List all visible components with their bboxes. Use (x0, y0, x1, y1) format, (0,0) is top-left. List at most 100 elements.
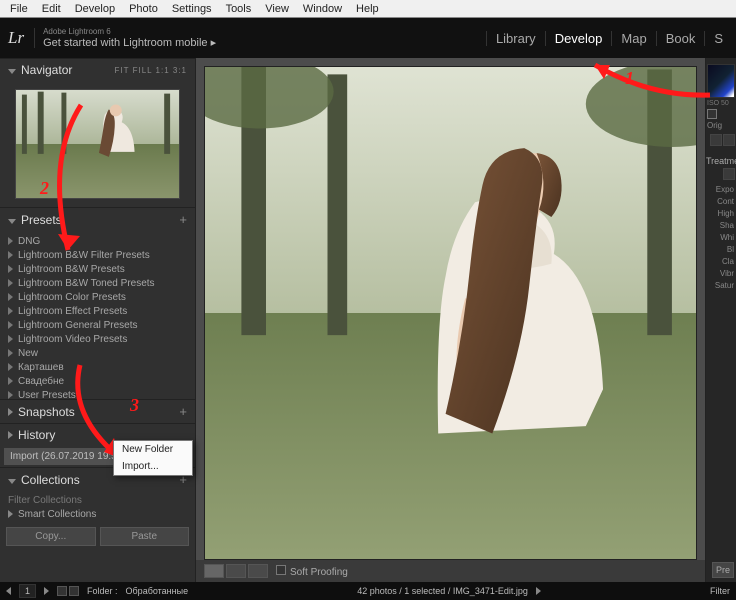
original-label: Orig (707, 121, 722, 130)
grid-icon (69, 586, 79, 596)
context-import[interactable]: Import... (114, 458, 192, 475)
folder-triangle-icon (8, 251, 13, 259)
iso-readout: ISO 50 (706, 100, 736, 107)
menu-tools[interactable]: Tools (220, 3, 258, 15)
grid-view-icons[interactable] (57, 586, 79, 596)
preset-label: Lightroom Video Presets (18, 334, 127, 345)
preset-item[interactable]: User Presets (6, 388, 195, 399)
folder-triangle-icon (8, 307, 13, 315)
view-mode-segment[interactable] (204, 564, 268, 578)
os-menubar: File Edit Develop Photo Settings Tools V… (0, 0, 736, 18)
left-panel: Navigator FIT FILL 1:1 3:1 (0, 58, 195, 582)
menu-view[interactable]: View (259, 3, 295, 15)
preset-item[interactable]: Lightroom B&W Filter Presets (6, 248, 195, 262)
folder-name[interactable]: Обработанные (126, 586, 189, 596)
preset-item[interactable]: Lightroom B&W Toned Presets (6, 276, 195, 290)
preset-item[interactable]: New (6, 346, 195, 360)
module-book[interactable]: Book (656, 31, 705, 46)
presets-context-menu: New Folder Import... (113, 440, 193, 476)
folder-triangle-icon (8, 293, 13, 301)
disclosure-triangle-icon (8, 69, 16, 74)
before-after-split-icon[interactable] (248, 564, 268, 578)
preset-item[interactable]: Lightroom Color Presets (6, 290, 195, 304)
preset-label: Lightroom Color Presets (18, 292, 126, 303)
right-panel: ISO 50 Orig Treatme Expo Cont High Sha W… (706, 58, 736, 582)
preset-item[interactable]: Lightroom Effect Presets (6, 304, 195, 318)
preset-label: Lightroom B&W Presets (18, 264, 125, 275)
soft-proofing-toggle[interactable]: Soft Proofing (276, 565, 348, 578)
folder-triangle-icon (8, 237, 13, 245)
menu-window[interactable]: Window (297, 3, 348, 15)
smart-collections-item[interactable]: Smart Collections (6, 507, 195, 521)
folder-triangle-icon (8, 363, 13, 371)
copy-button[interactable]: Copy... (6, 527, 96, 546)
grid-icon (57, 586, 67, 596)
checkbox-icon (276, 565, 286, 575)
mobile-link[interactable]: Get started with Lightroom mobile ▸ (43, 36, 216, 49)
histogram[interactable] (707, 64, 735, 98)
preset-label: User Presets (18, 390, 76, 400)
folder-triangle-icon (8, 265, 13, 273)
preset-label: DNG (18, 236, 40, 247)
module-map[interactable]: Map (611, 31, 655, 46)
loupe-view-icon[interactable] (204, 564, 224, 578)
context-new-folder[interactable]: New Folder (114, 441, 192, 458)
snapshots-title: Snapshots (18, 405, 75, 419)
preset-item[interactable]: Lightroom B&W Presets (6, 262, 195, 276)
crop-tool-icon[interactable] (710, 134, 722, 146)
preset-label: New (18, 348, 38, 359)
navigator-zoom-options[interactable]: FIT FILL 1:1 3:1 (115, 66, 187, 75)
module-more[interactable]: S (704, 31, 732, 46)
previous-button[interactable]: Pre (712, 562, 734, 578)
module-library[interactable]: Library (486, 31, 545, 46)
panel-snapshots: Snapshots + (0, 399, 195, 423)
app-header: Lr Adobe Lightroom 6 Get started with Li… (0, 18, 736, 58)
menu-edit[interactable]: Edit (36, 3, 67, 15)
folder-triangle-icon (8, 335, 13, 343)
filter-label[interactable]: Filter (710, 586, 730, 596)
preset-item[interactable]: Свадебне (6, 374, 195, 388)
page-indicator[interactable]: 1 (19, 584, 36, 598)
spot-tool-icon[interactable] (723, 134, 735, 146)
disclosure-triangle-icon (8, 408, 13, 416)
canvas-area[interactable] (196, 58, 705, 560)
menu-develop[interactable]: Develop (69, 3, 121, 15)
add-preset-icon[interactable]: + (179, 212, 187, 227)
add-snapshot-icon[interactable]: + (179, 404, 187, 419)
slider-label: Expo (706, 182, 736, 194)
navigator-header[interactable]: Navigator FIT FILL 1:1 3:1 (0, 59, 195, 81)
module-develop[interactable]: Develop (545, 31, 612, 46)
filmstrip-next-icon[interactable] (44, 587, 49, 595)
navigator-title: Navigator (21, 63, 72, 77)
adjust-brush-icon[interactable] (723, 168, 735, 180)
panel-presets: Presets + DNG Lightroom B&W Filter Prese… (0, 207, 195, 399)
copy-paste-row: Copy... Paste (0, 523, 195, 550)
filter-collections-field[interactable]: Filter Collections (6, 493, 195, 507)
preset-label: Lightroom General Presets (18, 320, 138, 331)
disclosure-triangle-icon (8, 219, 16, 224)
menu-photo[interactable]: Photo (123, 3, 164, 15)
preset-item[interactable]: DNG (6, 234, 195, 248)
presets-header[interactable]: Presets + (0, 208, 195, 231)
folder-triangle-icon (8, 510, 13, 518)
navigator-image (16, 90, 179, 198)
panel-navigator: Navigator FIT FILL 1:1 3:1 (0, 58, 195, 207)
preset-item[interactable]: Lightroom General Presets (6, 318, 195, 332)
filmstrip-prev-icon[interactable] (6, 587, 11, 595)
paste-button[interactable]: Paste (100, 527, 190, 546)
preset-label: Свадебне (18, 376, 64, 387)
folder-triangle-icon (8, 377, 13, 385)
preset-item[interactable]: Карташев (6, 360, 195, 374)
menu-settings[interactable]: Settings (166, 3, 218, 15)
tool-strip (706, 132, 736, 148)
navigator-thumbnail[interactable] (15, 89, 180, 199)
module-picker: Library Develop Map Book S (486, 18, 732, 58)
menu-help[interactable]: Help (350, 3, 385, 15)
menu-file[interactable]: File (4, 3, 34, 15)
slider-label: High (706, 206, 736, 218)
preset-item[interactable]: Lightroom Video Presets (6, 332, 195, 346)
product-name: Adobe Lightroom 6 (43, 27, 216, 36)
snapshots-header[interactable]: Snapshots + (0, 400, 195, 423)
checkbox-icon[interactable] (707, 109, 717, 119)
before-after-icon[interactable] (226, 564, 246, 578)
